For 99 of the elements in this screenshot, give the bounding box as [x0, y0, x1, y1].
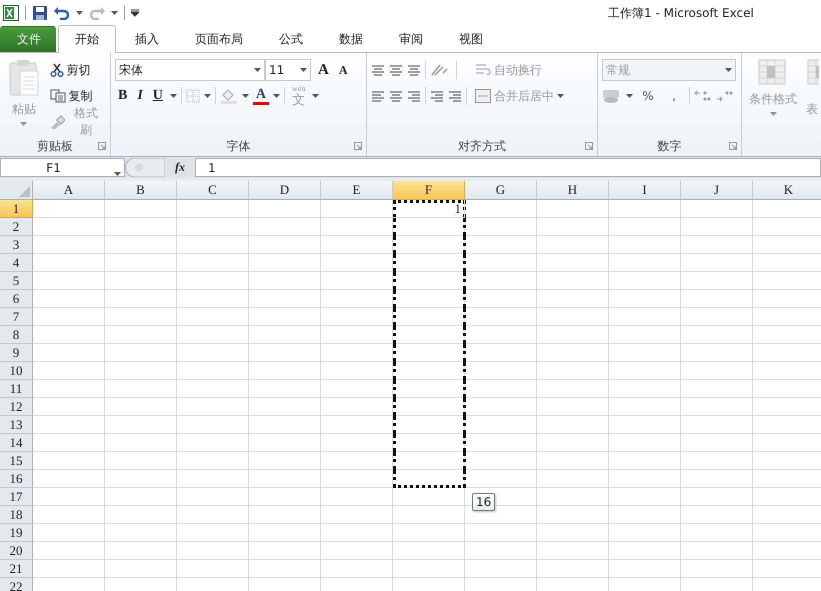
column-header[interactable]: J: [681, 181, 753, 200]
ribbon-tab[interactable]: 文件: [0, 26, 56, 52]
column-header[interactable]: D: [249, 181, 321, 200]
splitter-handle-icon[interactable]: [125, 158, 165, 177]
font-color-button[interactable]: A: [252, 87, 270, 105]
row-header[interactable]: 9: [0, 344, 33, 362]
row-header[interactable]: 12: [0, 398, 33, 416]
column-header[interactable]: E: [321, 181, 393, 200]
row-header[interactable]: 17: [0, 488, 33, 506]
dropdown-arrow-icon[interactable]: [626, 94, 633, 98]
ribbon-tab[interactable]: 公式: [262, 26, 320, 52]
window-title: 工作簿1 - Microsoft Excel: [608, 5, 754, 22]
customize-toolbar-icon[interactable]: [131, 8, 139, 16]
brush-icon: [50, 115, 66, 129]
column-header[interactable]: G: [465, 181, 537, 200]
row-header[interactable]: 13: [0, 416, 33, 434]
name-box[interactable]: F1: [0, 158, 125, 177]
ribbon-tab[interactable]: 数据: [322, 26, 380, 52]
align-right-icon[interactable]: [407, 89, 421, 103]
number-style-button[interactable]: ,: [663, 85, 685, 107]
ribbon-tab[interactable]: 视图: [442, 26, 500, 52]
merge-cells-icon: [475, 89, 491, 103]
dropdown-arrow-icon[interactable]: [111, 10, 118, 14]
table-cell: 1: [393, 200, 465, 218]
clipboard-button[interactable]: 复制: [48, 85, 106, 107]
clipboard-button[interactable]: 剪切: [48, 59, 106, 81]
undo-icon[interactable]: [54, 6, 70, 20]
copy-icon: [50, 89, 66, 103]
group-label: 对齐方式: [457, 138, 507, 154]
font-size-field[interactable]: 11: [265, 59, 311, 81]
align-left-icon[interactable]: [371, 89, 385, 103]
number-style-button[interactable]: %: [637, 85, 659, 107]
dropdown-arrow-icon[interactable]: [76, 10, 83, 14]
row-header[interactable]: 10: [0, 362, 33, 380]
dropdown-arrow-icon[interactable]: [254, 68, 261, 72]
font-name-field[interactable]: 宋体: [115, 59, 265, 81]
scissors-icon: [50, 63, 64, 77]
group-label: 字体: [226, 138, 252, 154]
row-header[interactable]: 1: [0, 200, 33, 218]
column-header[interactable]: F: [393, 181, 465, 200]
row-header[interactable]: 8: [0, 326, 33, 344]
row-header[interactable]: 16: [0, 470, 33, 488]
column-header[interactable]: B: [105, 181, 177, 200]
align-middle-icon[interactable]: [389, 63, 403, 77]
dropdown-arrow-icon[interactable]: [242, 94, 249, 98]
dropdown-arrow-icon[interactable]: [300, 68, 307, 72]
dialog-launcher-icon[interactable]: [729, 142, 737, 150]
font-style-button[interactable]: U: [150, 85, 166, 107]
row-header[interactable]: 6: [0, 290, 33, 308]
row-header[interactable]: 21: [0, 560, 33, 578]
fill-tooltip: 16: [472, 493, 496, 511]
row-header[interactable]: 4: [0, 254, 33, 272]
row-header[interactable]: 18: [0, 506, 33, 524]
dialog-launcher-icon[interactable]: [585, 142, 593, 150]
dropdown-arrow-icon[interactable]: [273, 94, 280, 98]
ribbon-tab[interactable]: 审阅: [382, 26, 440, 52]
decrease-decimal-icon[interactable]: [716, 89, 734, 103]
row-header[interactable]: 3: [0, 236, 33, 254]
row-header[interactable]: 11: [0, 380, 33, 398]
row-header[interactable]: 2: [0, 218, 33, 236]
align-bottom-icon[interactable]: [407, 63, 421, 77]
dropdown-arrow-icon[interactable]: [114, 172, 121, 176]
decrease-indent-icon[interactable]: [430, 89, 444, 103]
shrink-font-button[interactable]: A: [336, 59, 351, 81]
row-header[interactable]: 20: [0, 542, 33, 560]
group-label: 数字: [656, 138, 682, 154]
row-header[interactable]: 15: [0, 452, 33, 470]
dropdown-arrow-icon[interactable]: [312, 94, 320, 98]
column-header[interactable]: I: [609, 181, 681, 200]
column-header[interactable]: C: [177, 181, 249, 200]
font-style-button[interactable]: B: [115, 85, 130, 107]
increase-indent-icon[interactable]: [448, 89, 462, 103]
align-center-icon[interactable]: [389, 89, 403, 103]
clipboard-icon: [8, 59, 40, 97]
group-label: 剪贴板: [36, 138, 74, 154]
column-header[interactable]: K: [753, 181, 821, 200]
excel-logo-icon[interactable]: [3, 4, 19, 20]
column-header[interactable]: A: [33, 181, 105, 200]
row-header[interactable]: 19: [0, 524, 33, 542]
formula-field[interactable]: 1: [195, 158, 821, 177]
align-top-icon[interactable]: [371, 63, 385, 77]
dialog-launcher-icon[interactable]: [98, 142, 106, 150]
column-header[interactable]: H: [537, 181, 609, 200]
dropdown-arrow-icon[interactable]: [204, 94, 211, 98]
ribbon-tab[interactable]: 插入: [118, 26, 176, 52]
increase-decimal-icon[interactable]: [694, 89, 712, 103]
insert-function-button[interactable]: fx: [165, 160, 195, 175]
dialog-launcher-icon[interactable]: [354, 142, 362, 150]
row-header[interactable]: 22: [0, 578, 33, 591]
row-header[interactable]: 7: [0, 308, 33, 326]
dropdown-arrow-icon[interactable]: [170, 94, 177, 98]
ribbon-tab[interactable]: 页面布局: [178, 26, 260, 52]
font-style-button[interactable]: I: [134, 85, 146, 107]
wrap-text-icon: [475, 63, 491, 77]
save-icon[interactable]: [32, 4, 48, 20]
ribbon-tab[interactable]: 开始: [58, 25, 116, 53]
row-header[interactable]: 14: [0, 434, 33, 452]
grow-font-button[interactable]: A: [315, 59, 332, 81]
row-header[interactable]: 5: [0, 272, 33, 290]
